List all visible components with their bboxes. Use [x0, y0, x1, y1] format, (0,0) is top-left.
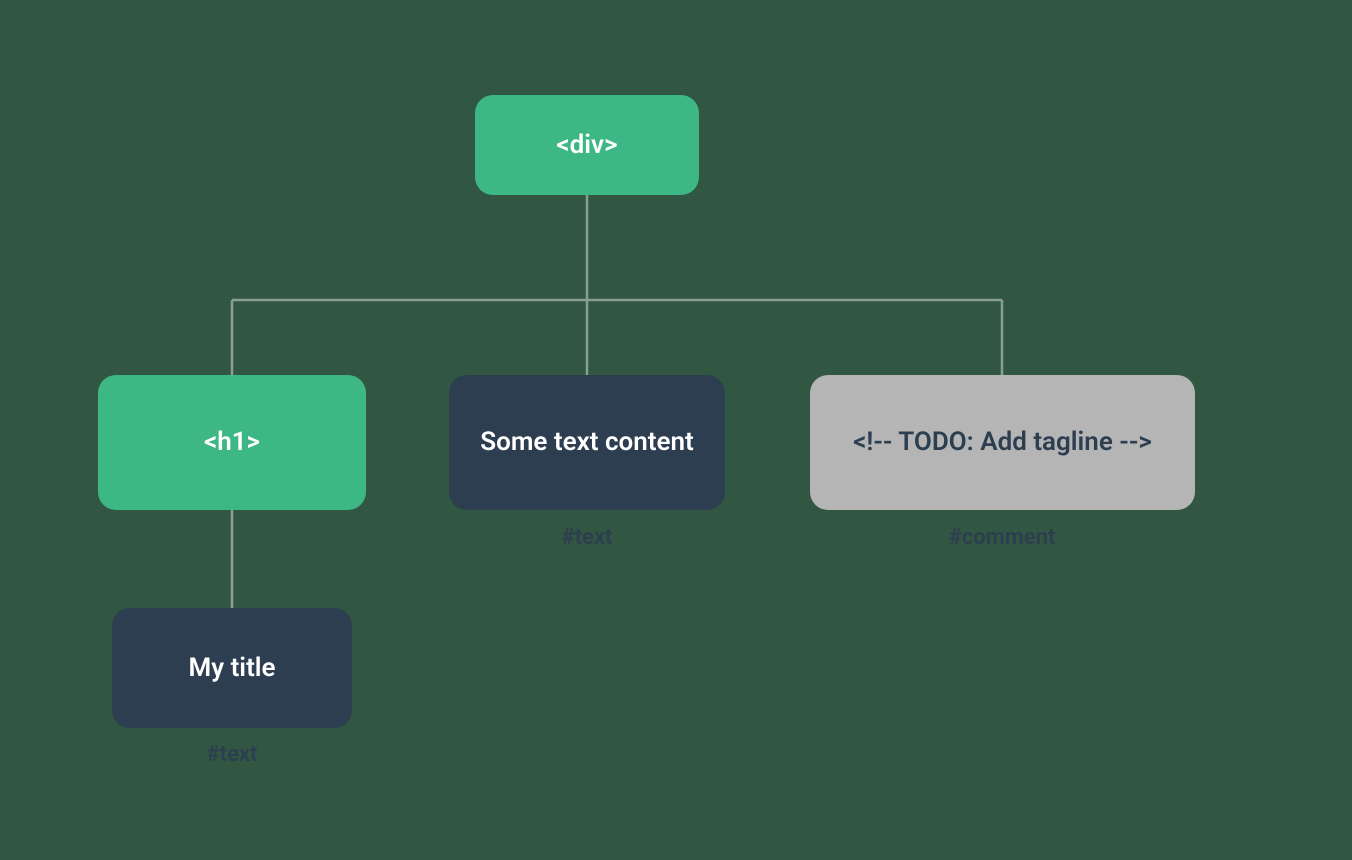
caption-my-title: #text — [102, 742, 362, 767]
node-text-content-label: Some text content — [480, 426, 693, 459]
node-div-label: <div> — [556, 129, 617, 162]
node-h1-label: <h1> — [204, 426, 260, 459]
node-h1: <h1> — [98, 375, 366, 510]
node-comment-label: <!-- TODO: Add tagline --> — [853, 426, 1152, 459]
caption-text-content: #text — [457, 525, 717, 550]
node-my-title: My title — [112, 608, 352, 728]
node-text-content: Some text content — [449, 375, 725, 510]
node-div: <div> — [475, 95, 699, 195]
node-comment: <!-- TODO: Add tagline --> — [810, 375, 1195, 510]
caption-comment: #comment — [872, 525, 1132, 550]
node-my-title-label: My title — [188, 652, 275, 685]
